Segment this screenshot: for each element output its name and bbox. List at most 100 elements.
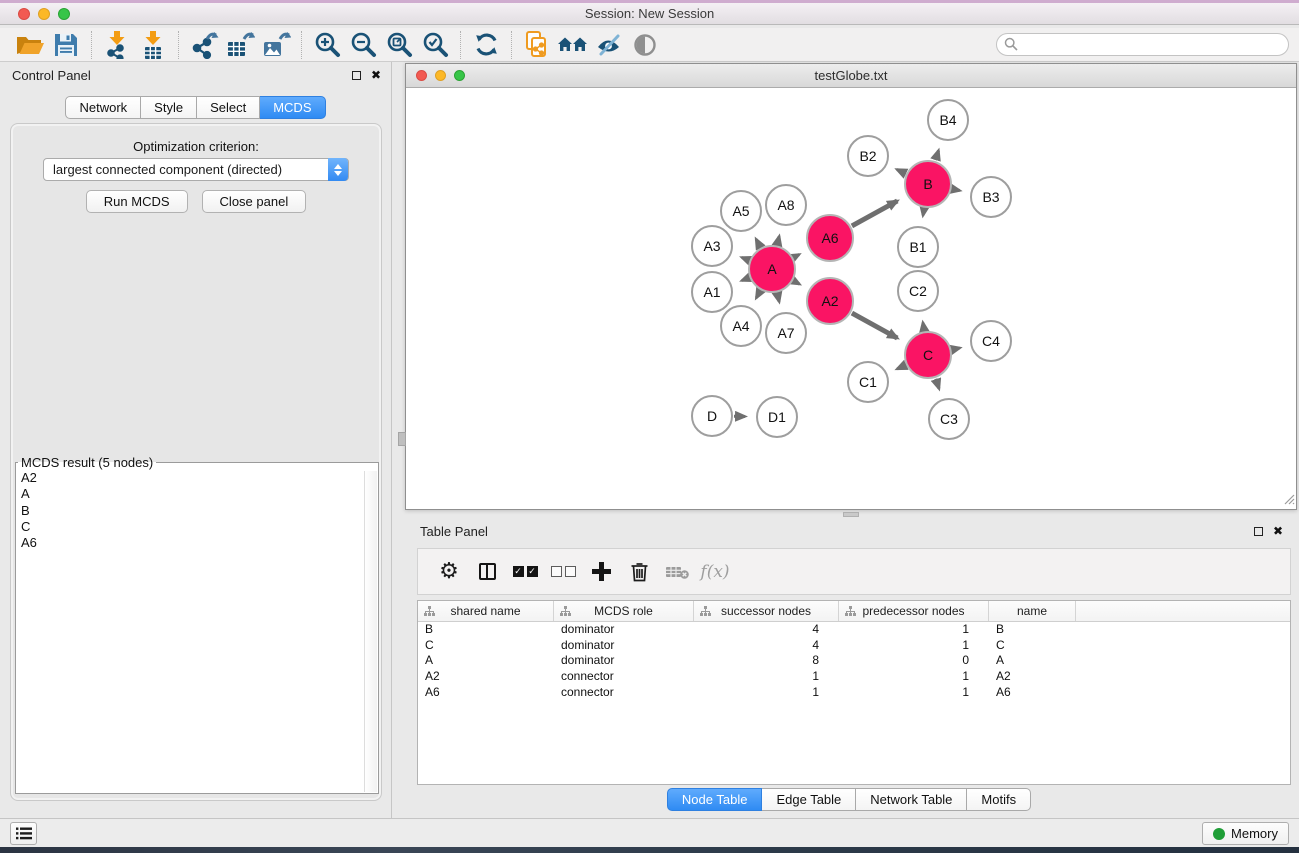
table-row[interactable]: A6connector11A6 [418,685,1290,701]
close-panel-button[interactable]: Close panel [202,190,307,213]
graph-node-C1[interactable]: C1 [848,362,888,402]
table-cell[interactable]: 8 [694,653,839,669]
graph-node-C4[interactable]: C4 [971,321,1011,361]
graph-node-A1[interactable]: A1 [692,272,732,312]
graph-edge-C-C3[interactable] [936,379,939,389]
graph-edge-A-A1[interactable] [742,278,749,281]
tab-mcds[interactable]: MCDS [260,96,325,119]
table-cell[interactable]: A2 [418,669,554,685]
graph-edge-C-C4[interactable] [952,348,959,350]
graph-node-B3[interactable]: B3 [971,177,1011,217]
hide-panels-icon[interactable] [591,30,627,60]
graph-node-B4[interactable]: B4 [928,100,968,140]
graph-node-B1[interactable]: B1 [898,227,938,267]
table-cell[interactable]: 1 [839,622,989,638]
table-cell[interactable]: 0 [839,653,989,669]
tab-network[interactable]: Network [65,96,141,119]
graph-edge-A-A3[interactable] [742,258,749,261]
table-cell[interactable]: A [989,653,1076,669]
column-header-predecessor-nodes[interactable]: predecessor nodes [839,601,989,621]
table-cell[interactable]: C [989,638,1076,654]
splitter-handle[interactable] [843,512,859,517]
export-table-icon[interactable] [222,30,258,60]
add-column-plus-icon[interactable] [582,555,620,589]
table-cell[interactable]: connector [554,685,694,701]
graph-edge-A-A7[interactable] [777,293,779,301]
graph-node-C[interactable]: C [905,332,951,378]
table-cell[interactable]: dominator [554,653,694,669]
column-header-shared-name[interactable]: shared name [418,601,554,621]
zoom-selected-icon[interactable] [417,30,453,60]
graph-edge-A-A4[interactable] [756,291,760,298]
tab-select[interactable]: Select [197,96,260,119]
tab-motifs[interactable]: Motifs [967,788,1031,811]
memory-button[interactable]: Memory [1202,822,1289,845]
graph-edge-B-B2[interactable] [897,170,905,174]
table-cell[interactable]: B [418,622,554,638]
graph-node-B2[interactable]: B2 [848,136,888,176]
criterion-dropdown[interactable]: largest connected component (directed) [43,158,349,181]
home-icon[interactable] [555,30,591,60]
mcds-result-item[interactable]: A6 [19,535,362,551]
export-network-icon[interactable] [186,30,222,60]
table-cell[interactable]: C [418,638,554,654]
column-header-successor-nodes[interactable]: successor nodes [694,601,839,621]
graph-node-B[interactable]: B [905,161,951,207]
zoom-fit-icon[interactable] [381,30,417,60]
graph-node-C3[interactable]: C3 [929,399,969,439]
graph-edge-B-B1[interactable] [923,209,924,216]
graph-edge-A-A2[interactable] [794,281,800,284]
graph-node-A5[interactable]: A5 [721,191,761,231]
clone-network-icon[interactable] [519,30,555,60]
table-cell[interactable]: 1 [839,685,989,701]
graph-node-A4[interactable]: A4 [721,306,761,346]
column-header-name[interactable]: name [989,601,1076,621]
table-cell[interactable]: dominator [554,622,694,638]
open-session-icon[interactable] [12,30,48,60]
show-eye-icon[interactable] [627,30,663,60]
table-cell[interactable]: 4 [694,622,839,638]
table-row[interactable]: Bdominator41B [418,622,1290,638]
graph-node-A8[interactable]: A8 [766,185,806,225]
graph-edge-B-B3[interactable] [953,189,960,190]
network-canvas[interactable]: B4B2BB3A5A8A6A3B1AA1C2A2A4A7C4CC1C3DD1 [406,88,1296,509]
graph-node-A6[interactable]: A6 [807,215,853,261]
table-row[interactable]: Adominator80A [418,653,1290,669]
tab-node-table[interactable]: Node Table [667,788,763,811]
graph-edge-C-C2[interactable] [923,323,924,331]
graph-node-A[interactable]: A [749,246,795,292]
graph-node-A7[interactable]: A7 [766,313,806,353]
table-cell[interactable]: 4 [694,638,839,654]
mcds-result-scrollbar[interactable] [364,471,377,792]
column-header-MCDS-role[interactable]: MCDS role [554,601,694,621]
zoom-out-icon[interactable] [345,30,381,60]
float-table-panel-icon[interactable] [1254,527,1263,536]
select-all-icon[interactable]: ✓✓ [506,555,544,589]
table-cell[interactable]: 1 [839,638,989,654]
graph-node-C2[interactable]: C2 [898,271,938,311]
refresh-icon[interactable] [468,30,504,60]
table-cell[interactable]: A2 [989,669,1076,685]
float-panel-icon[interactable] [352,71,361,80]
graph-node-A2[interactable]: A2 [807,278,853,324]
table-cell[interactable]: A [418,653,554,669]
mcds-result-item[interactable]: A [19,486,362,502]
splitter-handle[interactable] [398,432,406,446]
graph-edge-A-A5[interactable] [756,239,760,247]
table-cell[interactable]: A6 [989,685,1076,701]
import-table-icon[interactable] [135,30,171,60]
graph-edge-A-A6[interactable] [794,255,799,258]
close-panel-icon[interactable]: ✖ [371,70,381,80]
network-window-titlebar[interactable]: testGlobe.txt [406,64,1296,88]
deselect-all-icon[interactable] [544,555,582,589]
graph-node-D[interactable]: D [692,396,732,436]
zoom-in-icon[interactable] [309,30,345,60]
resize-grip-icon[interactable] [1281,491,1295,508]
delete-column-trash-icon[interactable] [620,555,658,589]
graph-edge-A2-C[interactable] [852,313,897,338]
mcds-result-item[interactable]: B [19,503,362,519]
mcds-result-item[interactable]: A2 [19,470,362,486]
graph-edge-C-C1[interactable] [897,365,905,369]
search-input[interactable] [996,33,1289,56]
save-session-icon[interactable] [48,30,84,60]
